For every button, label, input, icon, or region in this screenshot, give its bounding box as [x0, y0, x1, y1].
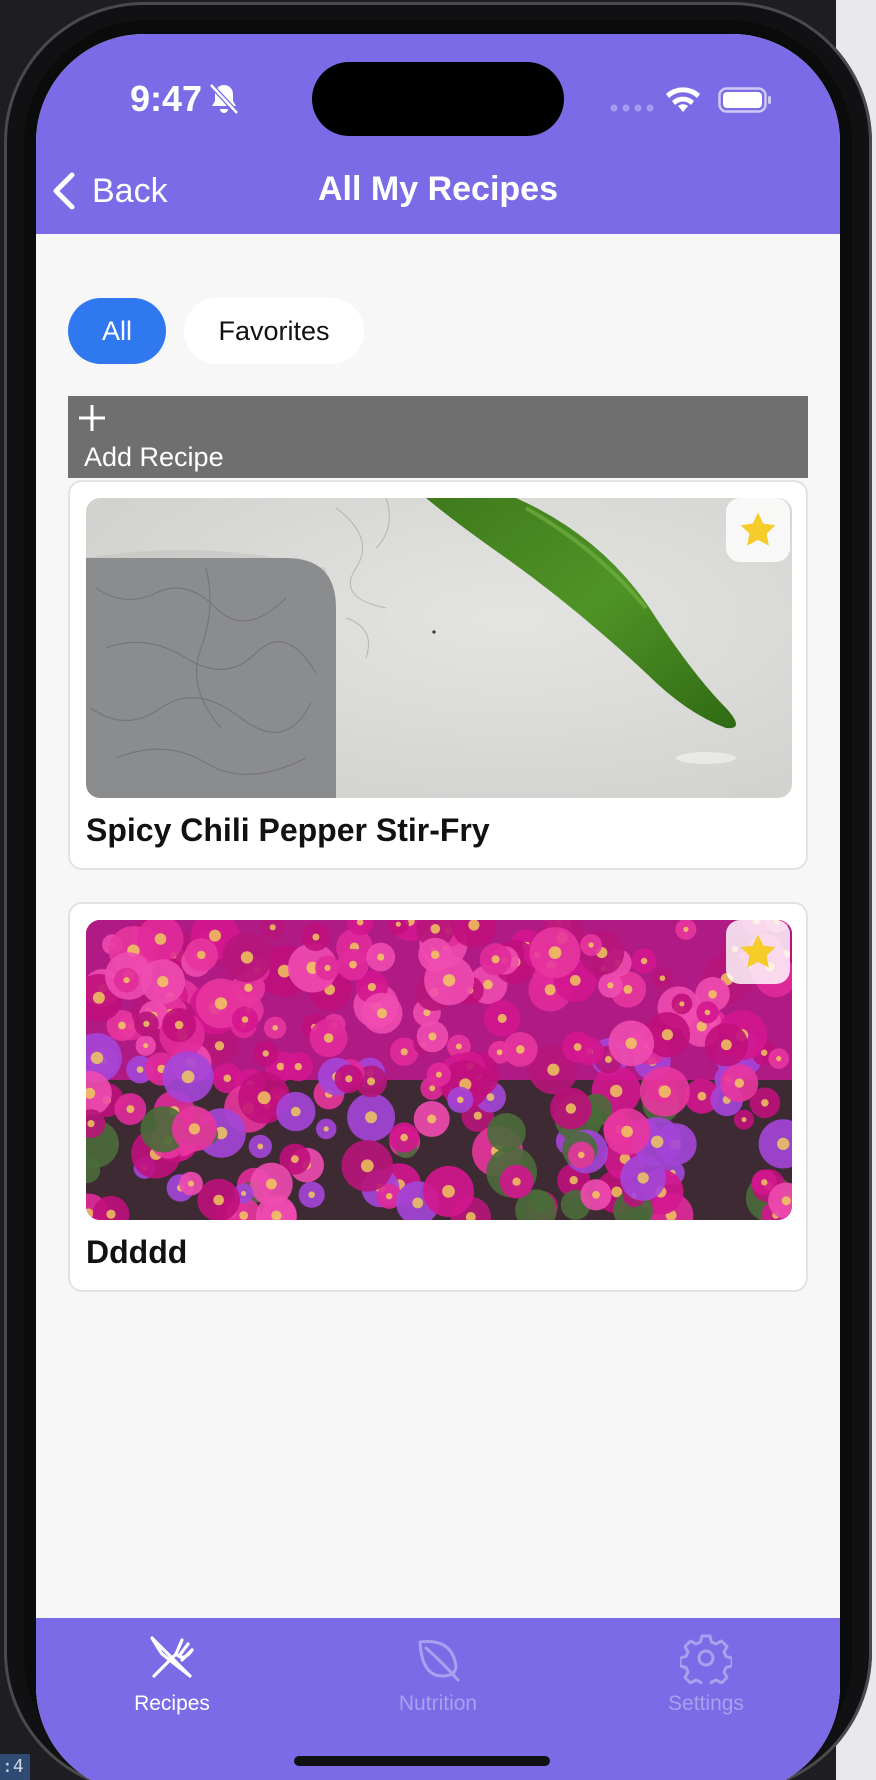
add-recipe-label: Add Recipe [84, 442, 224, 472]
editor-status-fragment: :4 [0, 1754, 30, 1780]
add-recipe-button[interactable]: Add Recipe [68, 396, 808, 478]
tab-recipes[interactable]: Recipes [92, 1632, 252, 1732]
gear-icon [680, 1634, 732, 1684]
filter-segment: All Favorites [68, 298, 364, 364]
recipe-photo-chili [86, 498, 792, 798]
dynamic-island [312, 62, 564, 136]
bell-off-icon [209, 83, 239, 115]
tab-nutrition[interactable]: Nutrition [358, 1632, 518, 1732]
filter-favorites-chip[interactable]: Favorites [184, 298, 364, 364]
favorite-toggle[interactable] [726, 920, 790, 984]
filter-all-chip[interactable]: All [68, 298, 166, 364]
home-indicator [294, 1756, 550, 1766]
favorite-toggle[interactable] [726, 498, 790, 562]
leaf-icon [418, 1640, 460, 1682]
app-screen: 9:47 Back All My Recipes All Favorites A… [36, 34, 840, 1780]
header: 9:47 Back All My Recipes [36, 34, 840, 234]
star-icon [740, 934, 776, 968]
page-title: All My Recipes [318, 170, 558, 208]
plus-icon [79, 405, 105, 431]
recipe-title: Spicy Chili Pepper Stir-Fry [86, 812, 490, 848]
recipe-title: Ddddd [86, 1234, 188, 1270]
recipe-photo-flowers [86, 920, 792, 1220]
wifi-icon [666, 87, 700, 112]
cellular-signal-icon [610, 104, 654, 112]
battery-icon [718, 87, 771, 113]
recipe-card[interactable]: Spicy Chili Pepper Stir-Fry [68, 480, 808, 870]
tab-recipes-label: Recipes [134, 1692, 210, 1715]
status-time: 9:47 [130, 78, 203, 119]
fork-knife-icon [150, 1636, 194, 1678]
recipe-card[interactable]: Ddddd [68, 902, 808, 1292]
tab-nutrition-label: Nutrition [398, 1692, 478, 1715]
star-icon [740, 512, 776, 546]
tab-settings-label: Settings [668, 1692, 744, 1715]
tab-settings[interactable]: Settings [626, 1632, 786, 1732]
